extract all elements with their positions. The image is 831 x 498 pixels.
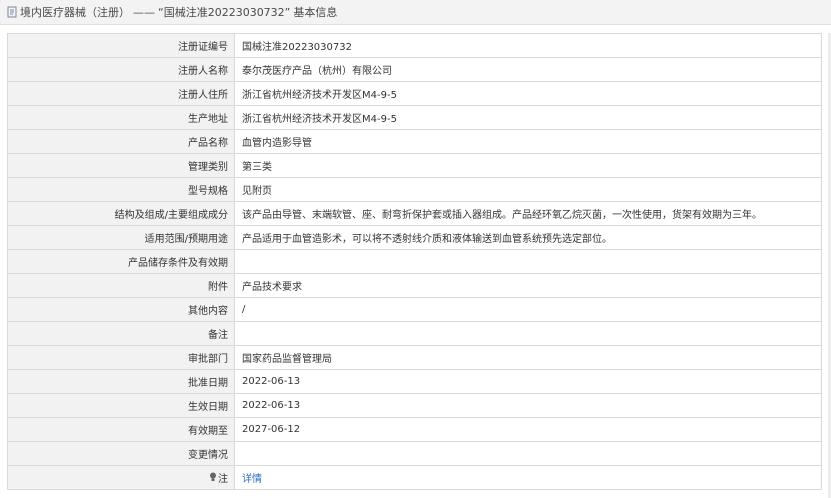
field-label: 生产地址 — [7, 105, 235, 130]
table-row: 有效期至 2027-06-12 — [7, 417, 822, 442]
field-label: 管理类别 — [7, 153, 235, 178]
field-value — [234, 441, 822, 466]
field-label: 适用范围/预期用途 — [7, 225, 235, 250]
note-value-cell: 详情 — [234, 465, 822, 490]
field-value: 产品技术要求 — [234, 273, 822, 298]
field-label: 其他内容 — [7, 297, 235, 322]
detail-table: 注册证编号 国械注准20223030732 注册人名称 泰尔茂医疗产品（杭州）有限公司… — [7, 33, 822, 490]
field-label: 产品名称 — [7, 129, 235, 154]
table-row: 管理类别 第三类 — [7, 153, 822, 178]
details-link[interactable]: 详情 — [242, 474, 262, 485]
field-label: 型号规格 — [7, 177, 235, 202]
field-label: 附件 — [7, 273, 235, 298]
field-label: 注册证编号 — [7, 33, 235, 58]
field-label: 备注 — [7, 321, 235, 346]
table-row-note: 注 详情 — [7, 465, 822, 490]
note-label-cell: 注 — [7, 465, 235, 490]
field-value: 见附页 — [234, 177, 822, 202]
field-label: 审批部门 — [7, 345, 235, 370]
field-label: 注册人名称 — [7, 57, 235, 82]
field-value: 2027-06-12 — [234, 417, 822, 442]
field-value: 浙江省杭州经济技术开发区M4-9-5 — [234, 105, 822, 130]
field-label: 产品储存条件及有效期 — [7, 249, 235, 274]
table-row: 生效日期 2022-06-13 — [7, 393, 822, 418]
lightbulb-icon — [209, 472, 217, 485]
field-label: 变更情况 — [7, 441, 235, 466]
field-value: 产品适用于血管造影术，可以将不透射线介质和液体输送到血管系统预先选定部位。 — [234, 225, 822, 250]
page-header: 境内医疗器械（注册） —— “国械注准20223030732” 基本信息 — [0, 0, 831, 25]
table-row: 结构及组成/主要组成成分 该产品由导管、末端软管、座、耐弯折保护套或插入器组成。产… — [7, 201, 822, 226]
table-row: 变更情况 — [7, 441, 822, 466]
field-value — [234, 321, 822, 346]
field-value: 浙江省杭州经济技术开发区M4-9-5 — [234, 81, 822, 106]
table-row: 注册证编号 国械注准20223030732 — [7, 33, 822, 58]
table-row: 型号规格 见附页 — [7, 177, 822, 202]
table-row: 备注 — [7, 321, 822, 346]
header-category: 境内医疗器械（注册） — [20, 6, 130, 19]
field-value — [234, 249, 822, 274]
field-value: 血管内造影导管 — [234, 129, 822, 154]
field-label: 生效日期 — [7, 393, 235, 418]
table-row: 注册人名称 泰尔茂医疗产品（杭州）有限公司 — [7, 57, 822, 82]
field-value: 该产品由导管、末端软管、座、耐弯折保护套或插入器组成。产品经环氧乙烷灭菌，一次性… — [234, 201, 822, 226]
field-value: 第三类 — [234, 153, 822, 178]
field-value: 国家药品监督管理局 — [234, 345, 822, 370]
field-label: 有效期至 — [7, 417, 235, 442]
table-row: 产品名称 血管内造影导管 — [7, 129, 822, 154]
field-value: 泰尔茂医疗产品（杭州）有限公司 — [234, 57, 822, 82]
field-value: / — [234, 297, 822, 322]
table-row: 其他内容 / — [7, 297, 822, 322]
table-row: 生产地址 浙江省杭州经济技术开发区M4-9-5 — [7, 105, 822, 130]
table-row: 产品储存条件及有效期 — [7, 249, 822, 274]
table-row: 注册人住所 浙江省杭州经济技术开发区M4-9-5 — [7, 81, 822, 106]
field-label: 注册人住所 — [7, 81, 235, 106]
table-row: 批准日期 2022-06-13 — [7, 369, 822, 394]
note-label: 注 — [218, 474, 228, 485]
detail-table-container: 注册证编号 国械注准20223030732 注册人名称 泰尔茂医疗产品（杭州）有限公司… — [7, 33, 822, 490]
document-icon — [6, 6, 18, 18]
header-record-title: “国械注准20223030732” — [158, 6, 291, 19]
header-suffix: 基本信息 — [293, 6, 338, 19]
field-value: 国械注准20223030732 — [234, 33, 822, 58]
table-row: 审批部门 国家药品监督管理局 — [7, 345, 822, 370]
field-value: 2022-06-13 — [234, 393, 822, 418]
field-value: 2022-06-13 — [234, 369, 822, 394]
field-label: 批准日期 — [7, 369, 235, 394]
field-label: 结构及组成/主要组成成分 — [7, 201, 235, 226]
header-separator: —— — [133, 5, 155, 19]
table-row: 适用范围/预期用途 产品适用于血管造影术，可以将不透射线介质和液体输送到血管系统预… — [7, 225, 822, 250]
table-row: 附件 产品技术要求 — [7, 273, 822, 298]
